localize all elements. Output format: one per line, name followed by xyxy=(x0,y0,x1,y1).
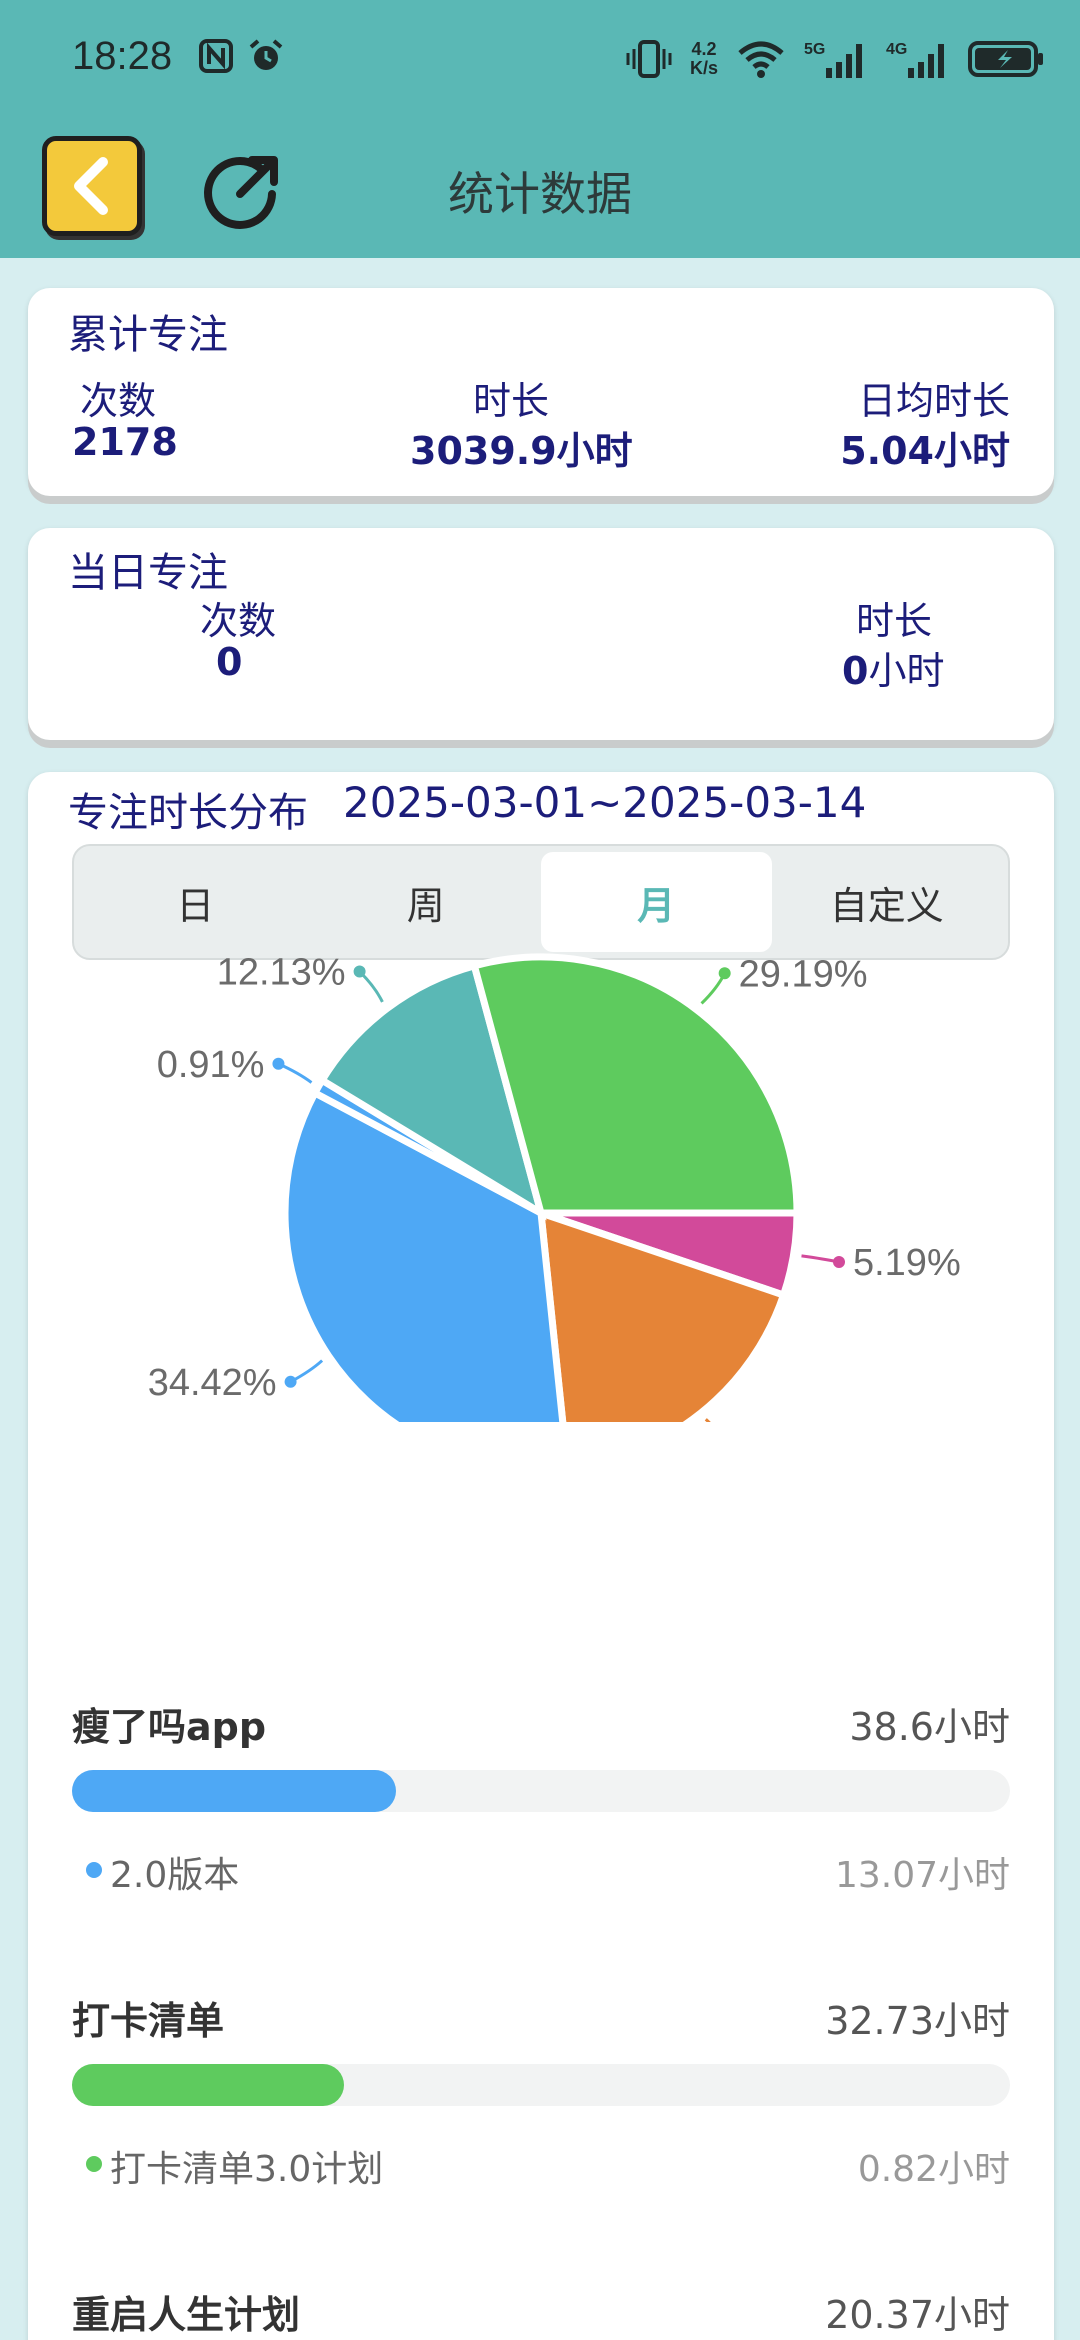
alarm-icon xyxy=(249,39,283,70)
status-bar: 18:28 4.2 K/s 5G 4G xyxy=(0,0,1080,120)
project-name: 打卡清单 xyxy=(72,1999,225,2043)
total-daily-value: 5.04小时 xyxy=(840,420,1010,475)
sub-item-dot xyxy=(86,1862,102,1878)
battery-icon xyxy=(968,41,1043,77)
project-name: 重启人生计划 xyxy=(72,2293,301,2337)
progress-track xyxy=(72,2064,1010,2106)
signal-5g-icon: 5G xyxy=(804,41,862,78)
nfc-icon xyxy=(199,39,233,73)
progress-track xyxy=(72,1770,1010,1812)
pie-percent-label: 0.91% xyxy=(157,1044,265,1086)
status-time: 18:28 xyxy=(72,34,173,78)
total-duration-unit: 小时 xyxy=(556,429,633,473)
progress-fill xyxy=(72,1770,396,1812)
pie-leader-dot xyxy=(353,965,366,978)
total-duration-number: 3039.9 xyxy=(410,429,557,473)
progress-fill xyxy=(72,2064,345,2106)
pie-percent-label: 29.19% xyxy=(739,953,868,995)
total-count-value: 2178 xyxy=(72,420,178,464)
project-item[interactable]: 重启人生计划 20.37小时 xyxy=(72,2284,1010,2340)
pie-leader-dot xyxy=(272,1057,285,1070)
project-item[interactable]: 打卡清单 32.73小时 打卡清单3.0计划 0.82小时 xyxy=(72,1990,1010,2210)
signal-5g-label: 5G xyxy=(804,41,825,58)
pie-leader-dot xyxy=(718,967,731,980)
distribution-card: 专注时长分布 2025-03-01~2025-03-14 日 周 月 自定义 5… xyxy=(28,772,1054,2340)
today-count-value: 0 xyxy=(216,640,243,684)
signal-4g-label: 4G xyxy=(886,41,907,58)
net-speed-unit: K/s xyxy=(689,58,718,78)
today-duration-value: 0小时 xyxy=(842,640,944,695)
top-bar: 18:28 4.2 K/s 5G 4G 统计数据 xyxy=(0,0,1080,258)
pie-leader-line xyxy=(704,1418,711,1422)
today-focus-card: 当日专注 次数 0 时长 0小时 xyxy=(28,528,1054,740)
project-hours: 38.6小时 xyxy=(849,1705,1010,1749)
project-hours: 32.73小时 xyxy=(825,1999,1010,2043)
sub-item-name: 打卡清单3.0计划 xyxy=(110,2149,384,2190)
sub-item-hours: 13.07小时 xyxy=(834,1855,1010,1896)
sub-item-dot xyxy=(86,2156,102,2172)
project-hours: 20.37小时 xyxy=(825,2293,1010,2337)
today-duration-label: 时长 xyxy=(856,599,933,643)
total-daily-number: 5.04 xyxy=(840,429,934,473)
pie-leader-dot xyxy=(284,1375,297,1388)
sub-item-name: 2.0版本 xyxy=(110,1855,240,1896)
project-name: 瘦了吗app xyxy=(72,1705,267,1749)
total-daily-label: 日均时长 xyxy=(857,379,1010,423)
today-duration-unit: 小时 xyxy=(868,649,945,693)
wifi-icon xyxy=(738,41,784,78)
vibrate-icon xyxy=(626,40,672,78)
sub-item[interactable]: 2.0版本 13.07小时 xyxy=(72,1846,1010,1896)
sub-item[interactable]: 打卡清单3.0计划 0.82小时 xyxy=(72,2140,1010,2190)
pie-chart: 5.19%18.16%34.42%0.91%12.13%29.19% xyxy=(148,952,961,1422)
total-duration-label: 时长 xyxy=(473,379,550,423)
signal-4g-icon: 4G xyxy=(886,41,944,78)
today-duration-number: 0 xyxy=(842,649,869,693)
status-icons: 4.2 K/s 5G 4G xyxy=(626,36,1044,82)
total-count-label: 次数 xyxy=(80,379,157,423)
total-duration-value: 3039.9小时 xyxy=(410,420,633,475)
pie-percent-label: 34.42% xyxy=(148,1362,277,1404)
total-daily-unit: 小时 xyxy=(933,429,1010,473)
pie-percent-label: 5.19% xyxy=(853,1242,961,1284)
pie-percent-label: 12.13% xyxy=(217,952,346,994)
app-bar: 统计数据 xyxy=(0,120,1080,258)
net-speed-value: 4.2 xyxy=(691,39,717,59)
pie-leader-dot xyxy=(832,1256,845,1269)
project-item[interactable]: 瘦了吗app 38.6小时 2.0版本 13.07小时 xyxy=(72,1696,1010,1916)
sub-item-hours: 0.82小时 xyxy=(857,2149,1010,2190)
total-focus-card: 累计专注 次数 2178 时长 3039.9小时 日均时长 5.04小时 xyxy=(28,288,1054,496)
total-focus-title: 累计专注 xyxy=(68,312,228,358)
page-title: 统计数据 xyxy=(448,167,632,221)
net-speed: 4.2 K/s xyxy=(690,40,718,78)
today-count-label: 次数 xyxy=(200,599,277,643)
